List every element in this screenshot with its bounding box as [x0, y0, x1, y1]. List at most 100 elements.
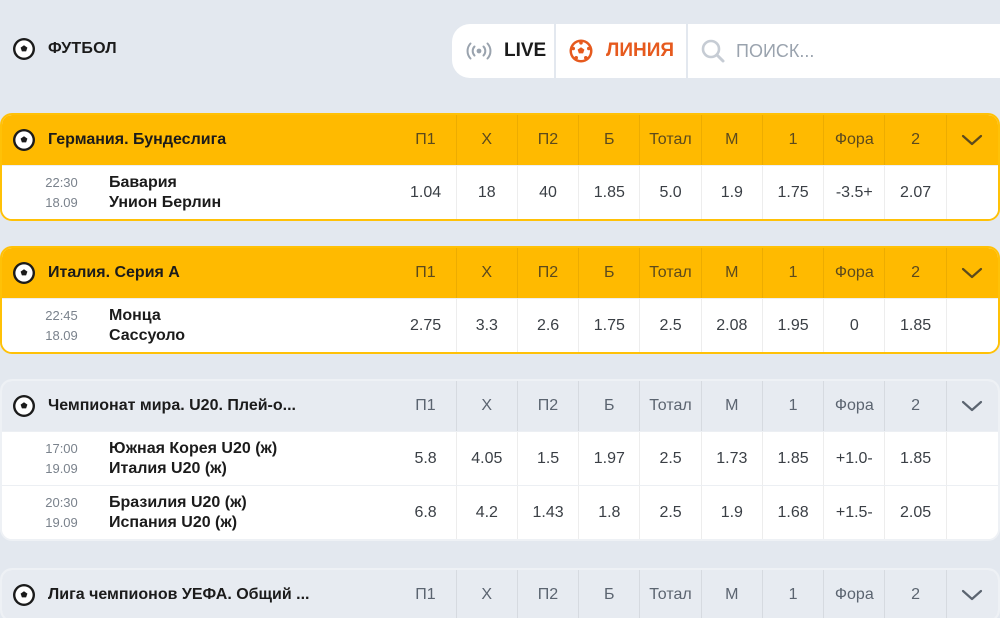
odds-cell[interactable]: 1.04: [395, 166, 457, 219]
column-header: П2: [518, 381, 580, 431]
match-row[interactable]: 22:30 18.09 Бавария Унион Берлин 1.04 18 40 1.8…: [2, 165, 998, 219]
odds-cell[interactable]: 5.0: [640, 166, 702, 219]
odds-cell[interactable]: 1.68: [763, 486, 825, 539]
column-header: П1: [395, 381, 457, 431]
top-bar: ФУТБОЛ LIVE ЛИНИЯ: [0, 0, 1000, 100]
column-header: 2: [885, 570, 947, 618]
line-tab[interactable]: ЛИНИЯ: [556, 24, 688, 78]
search-box: [688, 24, 1000, 78]
column-header: 1: [763, 570, 825, 618]
column-header: М: [702, 248, 763, 298]
league-header[interactable]: Чемпионат мира. U20. Плей-о... П1 Х П2 Б Тота…: [2, 381, 998, 431]
sport-header: ФУТБОЛ: [12, 37, 117, 61]
odds-cell[interactable]: 2.07: [885, 166, 947, 219]
match-teams: Бавария Унион Берлин: [101, 173, 395, 213]
odds-cell[interactable]: 2.5: [640, 299, 702, 352]
odds-cell[interactable]: 4.2: [457, 486, 518, 539]
home-team: Монца: [109, 306, 161, 324]
odds-cell[interactable]: 18: [457, 166, 518, 219]
away-team: Унион Берлин: [109, 193, 222, 211]
odds-cell[interactable]: +1.5-: [824, 486, 886, 539]
league-block: Германия. Бундеслига П1 Х П2 Б Тотал М 1 Фора 2 22…: [0, 113, 1000, 221]
odds-cell[interactable]: 5.8: [395, 432, 457, 485]
column-header: П1: [395, 115, 457, 165]
odds-cell[interactable]: 2.08: [702, 299, 763, 352]
sport-title: ФУТБОЛ: [48, 40, 117, 57]
odds-cell[interactable]: 1.95: [763, 299, 825, 352]
search-icon: [701, 39, 725, 63]
league-name: Германия. Бундеслига: [48, 131, 227, 148]
column-header: М: [702, 381, 763, 431]
league-title: Чемпионат мира. U20. Плей-о...: [2, 394, 395, 418]
league-block: Лига чемпионов УЕФА. Общий ... П1 Х П2 Б Тота…: [0, 568, 1000, 618]
league-title: Италия. Серия А: [2, 261, 395, 285]
odds-cell[interactable]: 4.05: [457, 432, 518, 485]
collapse-toggle[interactable]: [947, 570, 998, 618]
odds-cell[interactable]: 1.75: [763, 166, 825, 219]
home-team: Южная Корея U20 (ж): [109, 439, 278, 457]
league-title: Германия. Бундеслига: [2, 128, 395, 152]
odds-cell[interactable]: -3.5+: [824, 166, 886, 219]
column-header: П2: [518, 248, 580, 298]
column-header: Фора: [824, 381, 886, 431]
league-header[interactable]: Италия. Серия А П1 Х П2 Б Тотал М 1 Фора 2: [2, 248, 998, 298]
match-time: 20:30: [45, 494, 78, 510]
odds-cell[interactable]: 1.9: [702, 486, 763, 539]
match-datetime: 22:45 18.09: [2, 306, 101, 346]
match-time: 22:30: [45, 174, 78, 190]
chevron-down-icon: [962, 267, 983, 279]
live-tab-label: LIVE: [504, 40, 547, 61]
odds-cell[interactable]: 1.5: [518, 432, 580, 485]
match-time: 22:45: [45, 307, 78, 323]
odds-cell[interactable]: +1.0-: [824, 432, 886, 485]
odds-cell[interactable]: 1.85: [763, 432, 825, 485]
odds-cell[interactable]: 2.6: [518, 299, 580, 352]
odds-cell[interactable]: 6.8: [395, 486, 457, 539]
odds-cell[interactable]: 0: [824, 299, 886, 352]
league-header[interactable]: Германия. Бундеслига П1 Х П2 Б Тотал М 1 Фора 2: [2, 115, 998, 165]
live-tab[interactable]: LIVE: [452, 24, 556, 78]
match-row[interactable]: 22:45 18.09 Монца Сассуоло 2.75 3.3 2.6 1.75 2.5…: [2, 298, 998, 352]
search-input[interactable]: [736, 40, 966, 62]
league-header[interactable]: Лига чемпионов УЕФА. Общий ... П1 Х П2 Б Тота…: [2, 570, 998, 618]
odds-cell[interactable]: 1.85: [579, 166, 641, 219]
collapse-toggle[interactable]: [947, 381, 998, 431]
line-ball-icon: [569, 39, 593, 63]
match-teams: Южная Корея U20 (ж) Италия U20 (ж): [101, 439, 395, 479]
league-title: Лига чемпионов УЕФА. Общий ...: [2, 583, 395, 607]
odds-cell[interactable]: 2.5: [640, 486, 702, 539]
chevron-down-icon: [962, 589, 983, 601]
collapse-toggle[interactable]: [947, 248, 998, 298]
odds-cell[interactable]: 2.75: [395, 299, 457, 352]
odds-cell[interactable]: 1.8: [579, 486, 641, 539]
league-block: Италия. Серия А П1 Х П2 Б Тотал М 1 Фора 2 22:45 18…: [0, 246, 1000, 354]
column-header: П2: [518, 115, 580, 165]
odds-cell[interactable]: 1.85: [885, 299, 947, 352]
odds-cell[interactable]: 1.9: [702, 166, 763, 219]
collapse-toggle[interactable]: [947, 115, 998, 165]
odds-cell[interactable]: 1.97: [579, 432, 641, 485]
live-broadcast-icon: [466, 42, 492, 60]
match-row[interactable]: 17:00 19.09 Южная Корея U20 (ж) Италия U20 …: [2, 431, 998, 485]
home-team: Бавария: [109, 173, 177, 191]
column-header: Х: [457, 248, 518, 298]
chevron-down-icon: [962, 134, 983, 146]
soccer-ball-icon: [13, 584, 35, 606]
soccer-ball-icon: [13, 262, 35, 284]
odds-cell[interactable]: 2.05: [885, 486, 947, 539]
column-header: М: [702, 570, 763, 618]
odds-cell[interactable]: 1.43: [518, 486, 580, 539]
match-row[interactable]: 20:30 19.09 Бразилия U20 (ж) Испания U20 (ж…: [2, 485, 998, 539]
away-team: Италия U20 (ж): [109, 459, 227, 477]
column-header: П2: [518, 570, 580, 618]
away-team: Испания U20 (ж): [109, 513, 238, 531]
soccer-ball-icon: [13, 395, 35, 417]
odds-cell[interactable]: 1.85: [885, 432, 947, 485]
odds-cell[interactable]: 3.3: [457, 299, 518, 352]
match-teams: Монца Сассуоло: [101, 306, 395, 346]
odds-cell[interactable]: 1.75: [579, 299, 641, 352]
odds-cell[interactable]: 1.73: [702, 432, 763, 485]
soccer-ball-icon: [13, 38, 35, 60]
odds-cell[interactable]: 2.5: [640, 432, 702, 485]
odds-cell[interactable]: 40: [518, 166, 580, 219]
